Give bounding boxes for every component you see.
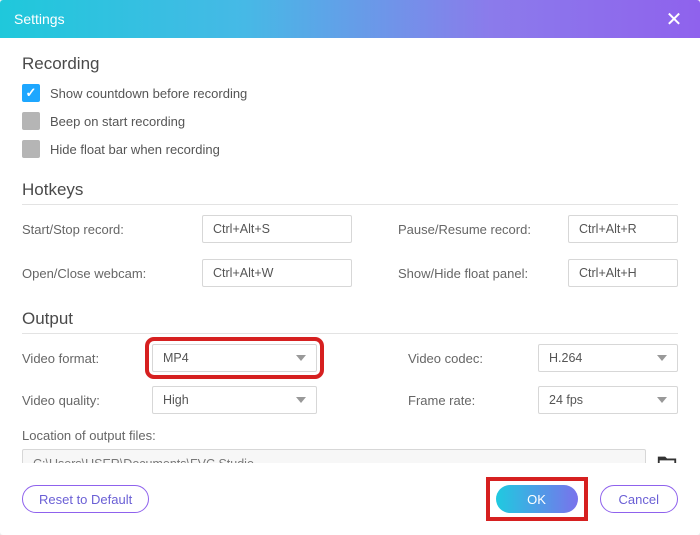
folder-open-icon[interactable] — [656, 453, 678, 463]
opt-show-countdown[interactable]: Show countdown before recording — [22, 84, 678, 102]
close-icon[interactable]: ✕ — [662, 7, 686, 32]
checkbox-icon[interactable] — [22, 140, 40, 158]
frame-rate-select[interactable]: 24 fps — [538, 386, 678, 414]
video-quality-select[interactable]: High — [152, 386, 317, 414]
chevron-down-icon — [657, 355, 667, 361]
select-value: H.264 — [549, 351, 582, 365]
out-label: Video quality: — [22, 393, 152, 408]
video-format-select[interactable]: MP4 — [152, 344, 317, 372]
opt-hide-floatbar[interactable]: Hide float bar when recording — [22, 140, 678, 158]
settings-window: Settings ✕ Recording Show countdown befo… — [0, 0, 700, 535]
select-value: High — [163, 393, 189, 407]
hk-label: Pause/Resume record: — [398, 222, 568, 237]
checkbox-icon[interactable] — [22, 112, 40, 130]
out-label: Video format: — [22, 351, 152, 366]
hk-label: Start/Stop record: — [22, 222, 202, 237]
section-hotkeys-title: Hotkeys — [22, 180, 678, 205]
hotkeys-grid: Start/Stop record: Ctrl+Alt+S Pause/Resu… — [22, 215, 678, 287]
opt-label: Beep on start recording — [50, 114, 185, 129]
video-codec-select[interactable]: H.264 — [538, 344, 678, 372]
section-recording-title: Recording — [22, 54, 678, 74]
out-label: Video codec: — [408, 351, 538, 366]
chevron-down-icon — [657, 397, 667, 403]
select-value: MP4 — [163, 351, 189, 365]
opt-label: Hide float bar when recording — [50, 142, 220, 157]
hk-webcam-input[interactable]: Ctrl+Alt+W — [202, 259, 352, 287]
section-output-title: Output — [22, 309, 678, 334]
location-input[interactable]: C:\Users\USER\Documents\FVC Studio ... — [22, 449, 646, 463]
chevron-down-icon — [296, 355, 306, 361]
out-label: Frame rate: — [408, 393, 538, 408]
hk-start-stop-input[interactable]: Ctrl+Alt+S — [202, 215, 352, 243]
opt-beep-start[interactable]: Beep on start recording — [22, 112, 678, 130]
footer: Reset to Default OK Cancel — [0, 463, 700, 535]
window-title: Settings — [14, 11, 65, 27]
hk-label: Open/Close webcam: — [22, 266, 202, 281]
select-value: 24 fps — [549, 393, 583, 407]
location-row: Location of output files: C:\Users\USER\… — [22, 428, 678, 463]
output-grid: Video format: MP4 Video codec: H.264 Vid… — [22, 344, 678, 414]
opt-label: Show countdown before recording — [50, 86, 247, 101]
ok-button[interactable]: OK — [496, 485, 578, 513]
checkbox-icon[interactable] — [22, 84, 40, 102]
reset-default-button[interactable]: Reset to Default — [22, 485, 149, 513]
cancel-button[interactable]: Cancel — [600, 485, 678, 513]
content-area: Recording Show countdown before recordin… — [0, 38, 700, 463]
titlebar: Settings ✕ — [0, 0, 700, 38]
location-label: Location of output files: — [22, 428, 678, 443]
hk-pause-resume-input[interactable]: Ctrl+Alt+R — [568, 215, 678, 243]
chevron-down-icon — [296, 397, 306, 403]
ok-highlight: OK — [490, 481, 584, 517]
hk-floatpanel-input[interactable]: Ctrl+Alt+H — [568, 259, 678, 287]
hk-label: Show/Hide float panel: — [398, 266, 568, 281]
